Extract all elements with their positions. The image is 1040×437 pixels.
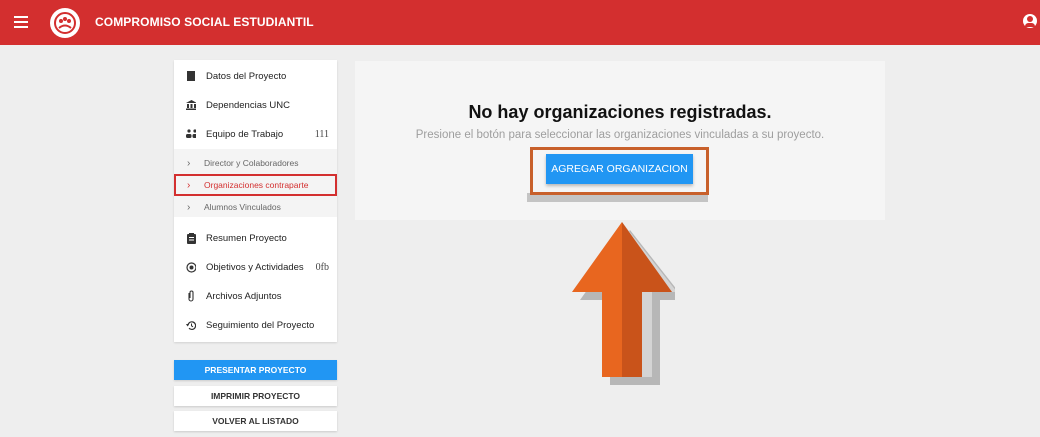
present-project-button[interactable]: PRESENTAR PROYECTO (174, 360, 337, 380)
top-bar: COMPROMISO SOCIAL ESTUDIANTIL (0, 0, 1040, 45)
count-badge: 111 (314, 128, 329, 140)
sidebar-item-dependencias[interactable]: Dependencias UNC (174, 91, 337, 119)
history-icon (186, 320, 196, 330)
people-icon (186, 129, 196, 139)
sub-item-label: Alumnos Vinculados (204, 202, 281, 212)
sub-item-director[interactable]: › Director y Colaboradores (174, 152, 337, 174)
sidebar-item-objetivos[interactable]: Objetivos y Actividades 0fb (174, 253, 337, 281)
back-to-list-button[interactable]: VOLVER AL LISTADO (174, 411, 337, 431)
sub-item-alumnos[interactable]: › Alumnos Vinculados (174, 196, 337, 218)
clipboard-icon (186, 232, 196, 244)
organizations-panel: No hay organizaciones registradas. Presi… (355, 61, 885, 220)
sidebar-item-resumen[interactable]: Resumen Proyecto (174, 224, 337, 252)
sub-item-label: Organizaciones contraparte (204, 180, 309, 190)
sidebar-item-label: Dependencias UNC (206, 99, 290, 111)
book-icon (186, 71, 196, 81)
institution-icon (186, 100, 196, 110)
user-icon[interactable] (1023, 14, 1037, 28)
sidebar-item-label: Equipo de Trabajo (206, 128, 284, 140)
count-badge: 0fb (315, 261, 329, 273)
sidebar-item-label: Archivos Adjuntos (206, 290, 282, 302)
sidebar-item-datos[interactable]: Datos del Proyecto (174, 62, 337, 90)
chevron-right-icon: › (187, 157, 191, 169)
sub-item-organizaciones[interactable]: › Organizaciones contraparte (174, 174, 337, 196)
app-title: COMPROMISO SOCIAL ESTUDIANTIL (95, 15, 314, 29)
sidebar-item-label: Resumen Proyecto (206, 232, 287, 244)
up-arrow-icon (572, 222, 675, 385)
sidebar-item-seguimiento[interactable]: Seguimiento del Proyecto (174, 311, 337, 339)
chevron-right-icon: › (187, 179, 191, 191)
sub-item-label: Director y Colaboradores (204, 158, 299, 168)
logo-icon[interactable] (50, 8, 80, 38)
empty-state-title: No hay organizaciones registradas. (468, 102, 772, 122)
chevron-right-icon: › (187, 201, 191, 213)
target-icon (186, 261, 196, 273)
sidebar-item-archivos[interactable]: Archivos Adjuntos (174, 282, 337, 310)
sidebar-item-label: Objetivos y Actividades (206, 261, 304, 273)
project-sidebar: Datos del Proyecto Dependencias UNC Equi… (174, 60, 337, 342)
submenu: › Director y Colaboradores › Organizacio… (174, 149, 337, 217)
hamburger-icon[interactable] (14, 16, 28, 28)
sidebar-item-label: Datos del Proyecto (206, 70, 287, 82)
add-organization-button[interactable]: AGREGAR ORGANIZACION (546, 154, 693, 184)
print-project-button[interactable]: IMPRIMIR PROYECTO (174, 386, 337, 406)
sidebar-item-equipo[interactable]: Equipo de Trabajo 111 (174, 120, 337, 148)
empty-state-subtitle: Presione el botón para seleccionar las o… (415, 129, 825, 141)
paperclip-icon (186, 290, 196, 302)
sidebar-item-label: Seguimiento del Proyecto (206, 319, 315, 331)
